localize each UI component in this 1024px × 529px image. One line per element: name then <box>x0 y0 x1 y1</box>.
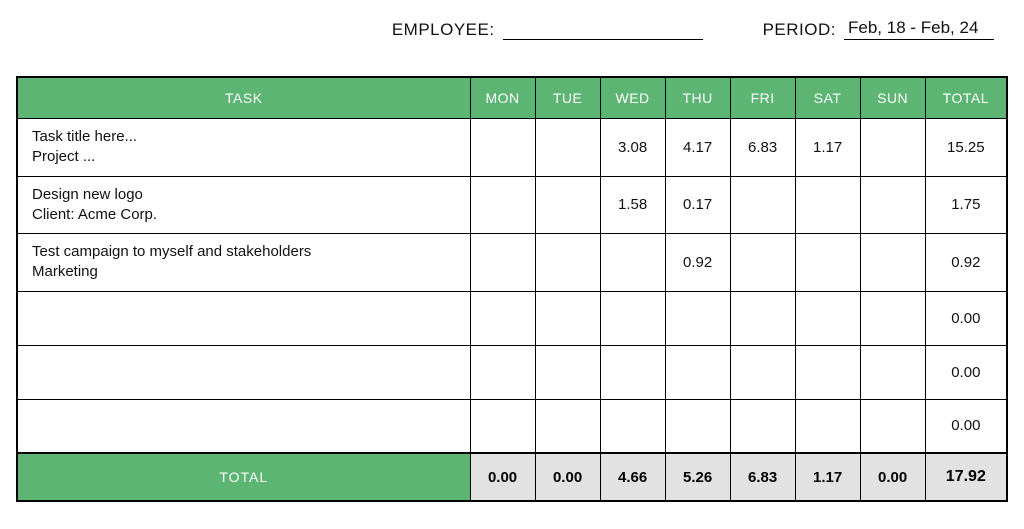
hours-cell[interactable]: 0.17 <box>665 176 730 234</box>
hours-cell[interactable] <box>600 399 665 453</box>
hours-cell[interactable] <box>600 291 665 345</box>
timesheet-table: TASK MON TUE WED THU FRI SAT SUN TOTAL T… <box>16 76 1008 502</box>
hours-cell[interactable] <box>470 119 535 177</box>
hours-cell[interactable] <box>860 291 925 345</box>
footer-thu: 5.26 <box>665 453 730 501</box>
hours-cell[interactable] <box>795 399 860 453</box>
hours-cell[interactable]: 1.58 <box>600 176 665 234</box>
hours-cell[interactable]: 1.17 <box>795 119 860 177</box>
header-total: TOTAL <box>925 77 1007 119</box>
header-tue: TUE <box>535 77 600 119</box>
table-row: 0.00 <box>17 399 1007 453</box>
task-subtitle: Marketing <box>32 262 456 282</box>
hours-cell[interactable] <box>795 291 860 345</box>
hours-cell[interactable] <box>730 345 795 399</box>
header-sun: SUN <box>860 77 925 119</box>
task-title: Task title here... <box>32 127 456 147</box>
footer-tue: 0.00 <box>535 453 600 501</box>
row-total: 1.75 <box>925 176 1007 234</box>
hours-cell[interactable]: 6.83 <box>730 119 795 177</box>
period-label: PERIOD: <box>763 20 836 40</box>
footer-label: TOTAL <box>17 453 470 501</box>
hours-cell[interactable] <box>795 234 860 292</box>
header-task: TASK <box>17 77 470 119</box>
footer-wed: 4.66 <box>600 453 665 501</box>
header-row: TASK MON TUE WED THU FRI SAT SUN TOTAL <box>17 77 1007 119</box>
table-body: Task title here...Project ... 3.084.176.8… <box>17 119 1007 454</box>
hours-cell[interactable] <box>860 399 925 453</box>
hours-cell[interactable] <box>795 345 860 399</box>
hours-cell[interactable] <box>730 399 795 453</box>
hours-cell[interactable]: 4.17 <box>665 119 730 177</box>
footer-grand-total: 17.92 <box>925 453 1007 501</box>
hours-cell[interactable] <box>535 291 600 345</box>
hours-cell[interactable]: 3.08 <box>600 119 665 177</box>
header-fri: FRI <box>730 77 795 119</box>
task-title: Test campaign to myself and stakeholders <box>32 242 456 262</box>
footer-mon: 0.00 <box>470 453 535 501</box>
hours-cell[interactable] <box>730 291 795 345</box>
task-cell[interactable]: Design new logoClient: Acme Corp. <box>17 176 470 234</box>
period-value[interactable]: Feb, 18 - Feb, 24 <box>844 18 994 40</box>
row-total: 0.00 <box>925 399 1007 453</box>
task-cell[interactable] <box>17 399 470 453</box>
footer-fri: 6.83 <box>730 453 795 501</box>
hours-cell[interactable] <box>470 234 535 292</box>
table-row: Test campaign to myself and stakeholders… <box>17 234 1007 292</box>
hours-cell[interactable] <box>730 234 795 292</box>
row-total: 15.25 <box>925 119 1007 177</box>
row-total: 0.00 <box>925 345 1007 399</box>
hours-cell[interactable] <box>860 176 925 234</box>
task-cell[interactable]: Task title here...Project ... <box>17 119 470 177</box>
hours-cell[interactable] <box>600 234 665 292</box>
hours-cell[interactable] <box>665 399 730 453</box>
footer-sun: 0.00 <box>860 453 925 501</box>
hours-cell[interactable] <box>860 234 925 292</box>
hours-cell[interactable] <box>535 399 600 453</box>
hours-cell[interactable] <box>470 345 535 399</box>
hours-cell[interactable] <box>600 345 665 399</box>
employee-value[interactable] <box>503 18 703 40</box>
hours-cell[interactable] <box>665 345 730 399</box>
footer-row: TOTAL 0.00 0.00 4.66 5.26 6.83 1.17 0.00… <box>17 453 1007 501</box>
task-subtitle: Project ... <box>32 147 456 167</box>
hours-cell[interactable] <box>665 291 730 345</box>
task-cell[interactable]: Test campaign to myself and stakeholders… <box>17 234 470 292</box>
task-title: Design new logo <box>32 185 456 205</box>
task-cell[interactable] <box>17 345 470 399</box>
hours-cell[interactable] <box>470 176 535 234</box>
row-total: 0.92 <box>925 234 1007 292</box>
hours-cell[interactable] <box>535 345 600 399</box>
hours-cell[interactable] <box>470 399 535 453</box>
hours-cell[interactable]: 0.92 <box>665 234 730 292</box>
table-row: Task title here...Project ... 3.084.176.8… <box>17 119 1007 177</box>
task-subtitle: Client: Acme Corp. <box>32 205 456 225</box>
header-thu: THU <box>665 77 730 119</box>
header-mon: MON <box>470 77 535 119</box>
table-row: 0.00 <box>17 345 1007 399</box>
hours-cell[interactable] <box>860 345 925 399</box>
hours-cell[interactable] <box>535 234 600 292</box>
header-sat: SAT <box>795 77 860 119</box>
hours-cell[interactable] <box>535 119 600 177</box>
task-cell[interactable] <box>17 291 470 345</box>
employee-field: EMPLOYEE: <box>392 18 703 40</box>
hours-cell[interactable] <box>795 176 860 234</box>
hours-cell[interactable] <box>470 291 535 345</box>
footer-sat: 1.17 <box>795 453 860 501</box>
header-wed: WED <box>600 77 665 119</box>
hours-cell[interactable] <box>730 176 795 234</box>
table-row: 0.00 <box>17 291 1007 345</box>
hours-cell[interactable] <box>860 119 925 177</box>
employee-label: EMPLOYEE: <box>392 20 495 40</box>
table-row: Design new logoClient: Acme Corp. 1.580.1… <box>17 176 1007 234</box>
period-field: PERIOD: Feb, 18 - Feb, 24 <box>763 18 994 40</box>
header-fields: EMPLOYEE: PERIOD: Feb, 18 - Feb, 24 <box>16 18 1008 40</box>
row-total: 0.00 <box>925 291 1007 345</box>
hours-cell[interactable] <box>535 176 600 234</box>
